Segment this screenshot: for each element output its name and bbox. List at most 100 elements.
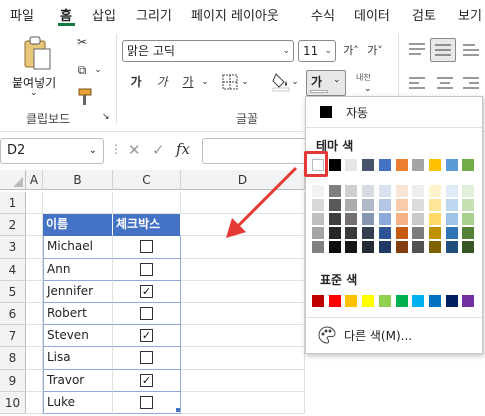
chevron-down-icon[interactable]: ⌄ — [240, 72, 250, 92]
name-cell[interactable]: Jennifer — [43, 280, 113, 303]
grid-cell[interactable] — [26, 280, 43, 303]
standard-color-swatch[interactable] — [395, 295, 408, 307]
align-left-icon[interactable] — [408, 76, 426, 92]
theme-shade-swatch[interactable] — [412, 213, 425, 225]
row-header[interactable]: 3 — [0, 236, 26, 259]
theme-shade-swatch[interactable] — [312, 213, 324, 225]
copy-icon[interactable]: ⧉ — [72, 60, 92, 80]
name-cell[interactable]: Ann — [43, 258, 113, 281]
checkbox-cell[interactable]: ✓ — [113, 325, 181, 348]
checkbox[interactable] — [140, 262, 153, 276]
font-name-combo[interactable]: 맑은 고딕 ⌄ — [122, 40, 294, 62]
grid-cell[interactable] — [43, 192, 113, 215]
theme-shade-swatch[interactable] — [462, 185, 475, 197]
menu-tab[interactable]: 삽입 — [92, 5, 116, 24]
checkbox[interactable]: ✓ — [140, 284, 153, 298]
name-cell[interactable]: Luke — [43, 391, 113, 414]
theme-color-swatch[interactable] — [345, 159, 358, 171]
theme-shade-swatch[interactable] — [345, 241, 358, 253]
theme-shade-swatch[interactable] — [362, 227, 375, 239]
checkbox-cell[interactable] — [113, 258, 181, 281]
table-header-cell[interactable]: 체크박스 — [113, 214, 181, 237]
format-painter-icon[interactable] — [74, 88, 92, 106]
theme-shade-swatch[interactable] — [328, 199, 341, 211]
theme-shade-swatch[interactable] — [362, 185, 375, 197]
table-resize-handle[interactable] — [176, 408, 180, 412]
menu-tab[interactable]: 데이터 — [354, 5, 390, 24]
theme-color-swatch[interactable] — [462, 159, 475, 171]
checkbox-cell[interactable]: ✓ — [113, 369, 181, 392]
standard-color-swatch[interactable] — [428, 295, 441, 307]
theme-shade-swatch[interactable] — [378, 213, 391, 225]
theme-color-swatch[interactable] — [328, 159, 341, 171]
theme-shade-swatch[interactable] — [428, 241, 441, 253]
chevron-down-icon[interactable]: ⌄ — [364, 84, 372, 94]
shrink-font-button[interactable]: 가˅ — [364, 41, 386, 61]
theme-shade-swatch[interactable] — [328, 185, 341, 197]
theme-color-swatch[interactable] — [445, 159, 458, 171]
grid-cell[interactable] — [26, 347, 43, 370]
row-header[interactable]: 2 — [0, 214, 26, 237]
row-header[interactable]: 10 — [0, 391, 26, 414]
theme-shade-swatch[interactable] — [362, 213, 375, 225]
grid-cell[interactable] — [26, 391, 43, 414]
theme-shade-swatch[interactable] — [395, 213, 408, 225]
checkbox[interactable]: ✓ — [140, 373, 153, 387]
column-header[interactable]: A — [26, 170, 43, 190]
standard-color-swatch[interactable] — [462, 295, 475, 307]
standard-color-swatch[interactable] — [345, 295, 358, 307]
row-header[interactable]: 1 — [0, 192, 26, 215]
theme-shade-swatch[interactable] — [412, 227, 425, 239]
underline-button[interactable]: 가 — [178, 72, 198, 92]
theme-shade-swatch[interactable] — [412, 185, 425, 197]
theme-shade-swatch[interactable] — [395, 241, 408, 253]
theme-color-swatch[interactable] — [378, 159, 391, 171]
grid-cell[interactable] — [181, 391, 305, 414]
menu-tab[interactable]: 홈 — [60, 5, 72, 24]
row-header[interactable]: 6 — [0, 303, 26, 326]
dialog-launcher-icon[interactable]: ↘ — [102, 112, 110, 122]
theme-shade-swatch[interactable] — [462, 241, 475, 253]
name-cell[interactable]: Robert — [43, 303, 113, 326]
standard-color-swatch[interactable] — [328, 295, 341, 307]
checkbox[interactable] — [140, 395, 153, 409]
select-all-corner[interactable] — [0, 170, 26, 190]
row-header[interactable]: 7 — [0, 325, 26, 348]
theme-shade-swatch[interactable] — [328, 241, 341, 253]
theme-shade-swatch[interactable] — [378, 241, 391, 253]
theme-shade-swatch[interactable] — [412, 241, 425, 253]
theme-shade-swatch[interactable] — [412, 199, 425, 211]
row-header[interactable]: 5 — [0, 280, 26, 303]
theme-shade-swatch[interactable] — [312, 199, 324, 211]
row-header[interactable]: 9 — [0, 369, 26, 392]
checkbox[interactable] — [140, 240, 153, 254]
theme-shade-swatch[interactable] — [378, 185, 391, 197]
font-size-combo[interactable]: 11 ⌄ — [298, 40, 336, 62]
grow-font-button[interactable]: 가˄ — [340, 41, 362, 61]
theme-shade-swatch[interactable] — [312, 227, 324, 239]
theme-shade-swatch[interactable] — [345, 185, 358, 197]
theme-shade-swatch[interactable] — [428, 199, 441, 211]
theme-shade-swatch[interactable] — [445, 241, 458, 253]
theme-shade-swatch[interactable] — [312, 241, 324, 253]
theme-shade-swatch[interactable] — [395, 227, 408, 239]
theme-shade-swatch[interactable] — [428, 213, 441, 225]
theme-shade-swatch[interactable] — [378, 199, 391, 211]
grid-cell[interactable] — [26, 214, 43, 237]
cut-icon[interactable]: ✂ — [72, 32, 92, 52]
theme-shade-swatch[interactable] — [328, 227, 341, 239]
font-color-button[interactable]: 가 ⌄ — [306, 70, 346, 96]
theme-shade-swatch[interactable] — [395, 199, 408, 211]
name-cell[interactable]: Lisa — [43, 347, 113, 370]
row-header[interactable]: 8 — [0, 347, 26, 370]
align-bottom-icon[interactable] — [462, 42, 480, 58]
theme-shade-swatch[interactable] — [462, 199, 475, 211]
align-center-icon[interactable] — [436, 76, 454, 92]
grid-cell[interactable] — [181, 280, 305, 303]
standard-color-swatch[interactable] — [412, 295, 425, 307]
copy-dropdown-icon[interactable]: ⌄ — [92, 60, 104, 80]
theme-shade-swatch[interactable] — [428, 227, 441, 239]
grid-cell[interactable] — [181, 369, 305, 392]
menu-tab[interactable]: 파일 — [10, 5, 34, 24]
checkbox[interactable] — [140, 351, 153, 365]
